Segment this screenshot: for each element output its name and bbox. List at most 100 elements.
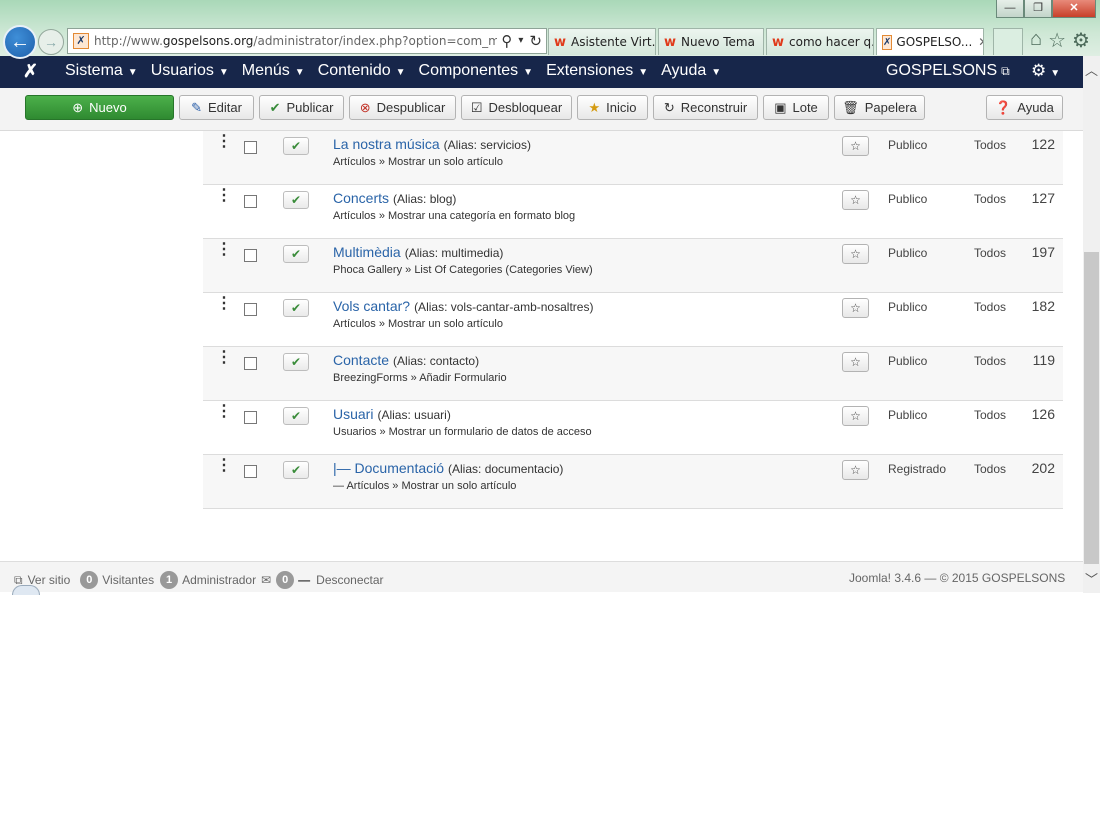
menu-usuarios[interactable]: Usuarios ▼	[151, 62, 229, 80]
published-toggle[interactable]: ✔	[283, 461, 309, 479]
published-toggle[interactable]: ✔	[283, 137, 309, 155]
menu-sistema[interactable]: Sistema ▼	[65, 62, 138, 80]
drag-handle-icon[interactable]: ⋮	[216, 404, 232, 420]
site-link[interactable]: GOSPELSONS ⧉	[886, 62, 1010, 80]
new-button[interactable]: ⊕ Nuevo	[25, 95, 174, 120]
remove-circle-icon: ⊗	[359, 99, 371, 115]
close-tab-icon[interactable]: ✕	[978, 35, 983, 49]
home-button[interactable]: ★ Inicio	[577, 95, 648, 120]
scroll-down-icon[interactable]: ﹀	[1083, 567, 1100, 593]
forward-button[interactable]: →	[38, 29, 64, 55]
url-path: /administrator/index.php?option=com_menu	[253, 34, 523, 48]
published-toggle[interactable]: ✔	[283, 407, 309, 425]
home-toggle[interactable]: ☆	[842, 406, 869, 426]
messages-count-badge[interactable]: 0	[276, 571, 295, 589]
item-title-link[interactable]: Vols cantar?	[333, 298, 410, 314]
item-alias: (Alias: contacto)	[393, 354, 480, 368]
drag-handle-icon[interactable]: ⋮	[216, 134, 232, 150]
help-button[interactable]: ❓ Ayuda	[986, 95, 1063, 120]
menu-label: Usuarios	[150, 62, 214, 79]
item-title-link[interactable]: Concerts	[333, 190, 389, 206]
home-toggle[interactable]: ☆	[842, 244, 869, 264]
row-checkbox[interactable]	[244, 465, 257, 478]
row-checkbox[interactable]	[244, 141, 257, 154]
drag-handle-icon[interactable]: ⋮	[216, 458, 232, 474]
item-access: Publico	[888, 192, 928, 206]
item-id: 126	[1031, 406, 1055, 422]
refresh-icon[interactable]: ↻	[529, 32, 542, 50]
row-checkbox[interactable]	[244, 357, 257, 370]
item-title-link[interactable]: |— Documentació	[333, 460, 444, 476]
menu-label: Sistema	[65, 62, 123, 79]
menu-componentes[interactable]: Componentes ▼	[419, 62, 534, 80]
publish-button[interactable]: ✔ Publicar	[259, 95, 344, 120]
scroll-thumb[interactable]	[1084, 252, 1099, 564]
item-title-link[interactable]: Multimèdia	[333, 244, 401, 260]
item-language: Todos	[974, 192, 1007, 206]
star-outline-icon: ☆	[850, 463, 861, 477]
home-toggle[interactable]: ☆	[842, 352, 869, 372]
drag-handle-icon[interactable]: ⋮	[216, 296, 232, 312]
address-bar[interactable]: ✗ http://www. gospelsons.org/administrato…	[67, 28, 547, 54]
home-toggle[interactable]: ☆	[842, 190, 869, 210]
tab-label: como hacer q...	[789, 35, 874, 49]
back-button[interactable]: ←	[3, 25, 37, 59]
checkin-button[interactable]: ☑ Desbloquear	[461, 95, 572, 120]
table-row: ⋮ ✔ Vols cantar? (Alias: vols-cantar-amb-…	[203, 293, 1063, 347]
published-toggle[interactable]: ✔	[283, 299, 309, 317]
settings-gear-icon[interactable]: ⚙	[1072, 28, 1090, 53]
published-toggle[interactable]: ✔	[283, 191, 309, 209]
home-icon[interactable]: ⌂	[1030, 28, 1042, 53]
item-title-link[interactable]: Usuari	[333, 406, 373, 422]
batch-button[interactable]: ▣ Lote	[763, 95, 829, 120]
vertical-scrollbar[interactable]: ︿ ﹀	[1083, 56, 1100, 593]
search-icon[interactable]: ⚲	[501, 32, 512, 50]
menu-extensiones[interactable]: Extensiones ▼	[546, 62, 648, 80]
item-title-link[interactable]: Contacte	[333, 352, 389, 368]
menu-label: Componentes	[418, 62, 519, 79]
scroll-up-icon[interactable]: ︿	[1083, 56, 1100, 82]
star-outline-icon: ☆	[850, 193, 861, 207]
home-toggle[interactable]: ☆	[842, 298, 869, 318]
drag-handle-icon[interactable]: ⋮	[216, 242, 232, 258]
browser-tab[interactable]: w Asistente Virt...	[548, 28, 656, 55]
browser-tab[interactable]: w Nuevo Tema	[658, 28, 764, 55]
logout-link[interactable]: Desconectar	[316, 573, 383, 587]
drag-handle-icon[interactable]: ⋮	[216, 350, 232, 366]
row-checkbox[interactable]	[244, 411, 257, 424]
published-toggle[interactable]: ✔	[283, 353, 309, 371]
unpublish-button[interactable]: ⊗ Despublicar	[349, 95, 456, 120]
edit-button[interactable]: ✎ Editar	[179, 95, 254, 120]
browser-tab-active[interactable]: ✗GOSPELSO... ✕	[876, 28, 984, 55]
envelope-icon[interactable]: ✉	[261, 573, 271, 587]
joomla-logo-icon[interactable]: ✗	[23, 61, 38, 82]
minimize-button[interactable]: —	[996, 0, 1024, 18]
caret-down-icon: ▼	[294, 67, 305, 78]
rebuild-button[interactable]: ↻ Reconstruir	[653, 95, 758, 120]
menu-contenido[interactable]: Contenido ▼	[318, 62, 406, 80]
row-checkbox[interactable]	[244, 249, 257, 262]
item-access: Registrado	[888, 462, 947, 476]
row-checkbox[interactable]	[244, 195, 257, 208]
home-toggle[interactable]: ☆	[842, 136, 869, 156]
menu-menus[interactable]: Menús ▼	[242, 62, 305, 80]
item-title-link[interactable]: La nostra música	[333, 136, 440, 152]
drag-handle-icon[interactable]: ⋮	[216, 188, 232, 204]
browser-tab[interactable]: w como hacer q...	[766, 28, 874, 55]
close-window-button[interactable]: ✕	[1052, 0, 1096, 18]
trash-button[interactable]: 🗑 Papelera	[834, 95, 925, 120]
new-tab-button[interactable]	[993, 28, 1023, 55]
check-icon: ✔	[269, 99, 281, 115]
dropdown-icon[interactable]: ▾	[518, 32, 523, 50]
button-label: Desbloquear	[488, 100, 563, 115]
home-toggle[interactable]: ☆	[842, 460, 869, 480]
published-toggle[interactable]: ✔	[283, 245, 309, 263]
maximize-button[interactable]: ❐	[1024, 0, 1052, 18]
favorites-star-icon[interactable]: ☆	[1048, 28, 1066, 53]
row-checkbox[interactable]	[244, 303, 257, 316]
menu-ayuda[interactable]: Ayuda ▼	[661, 62, 721, 80]
check-icon: ✔	[290, 355, 302, 369]
button-label: Ayuda	[1017, 100, 1054, 115]
user-menu[interactable]: ⚙ ▼	[1031, 61, 1060, 81]
menu-label: Contenido	[317, 62, 391, 79]
